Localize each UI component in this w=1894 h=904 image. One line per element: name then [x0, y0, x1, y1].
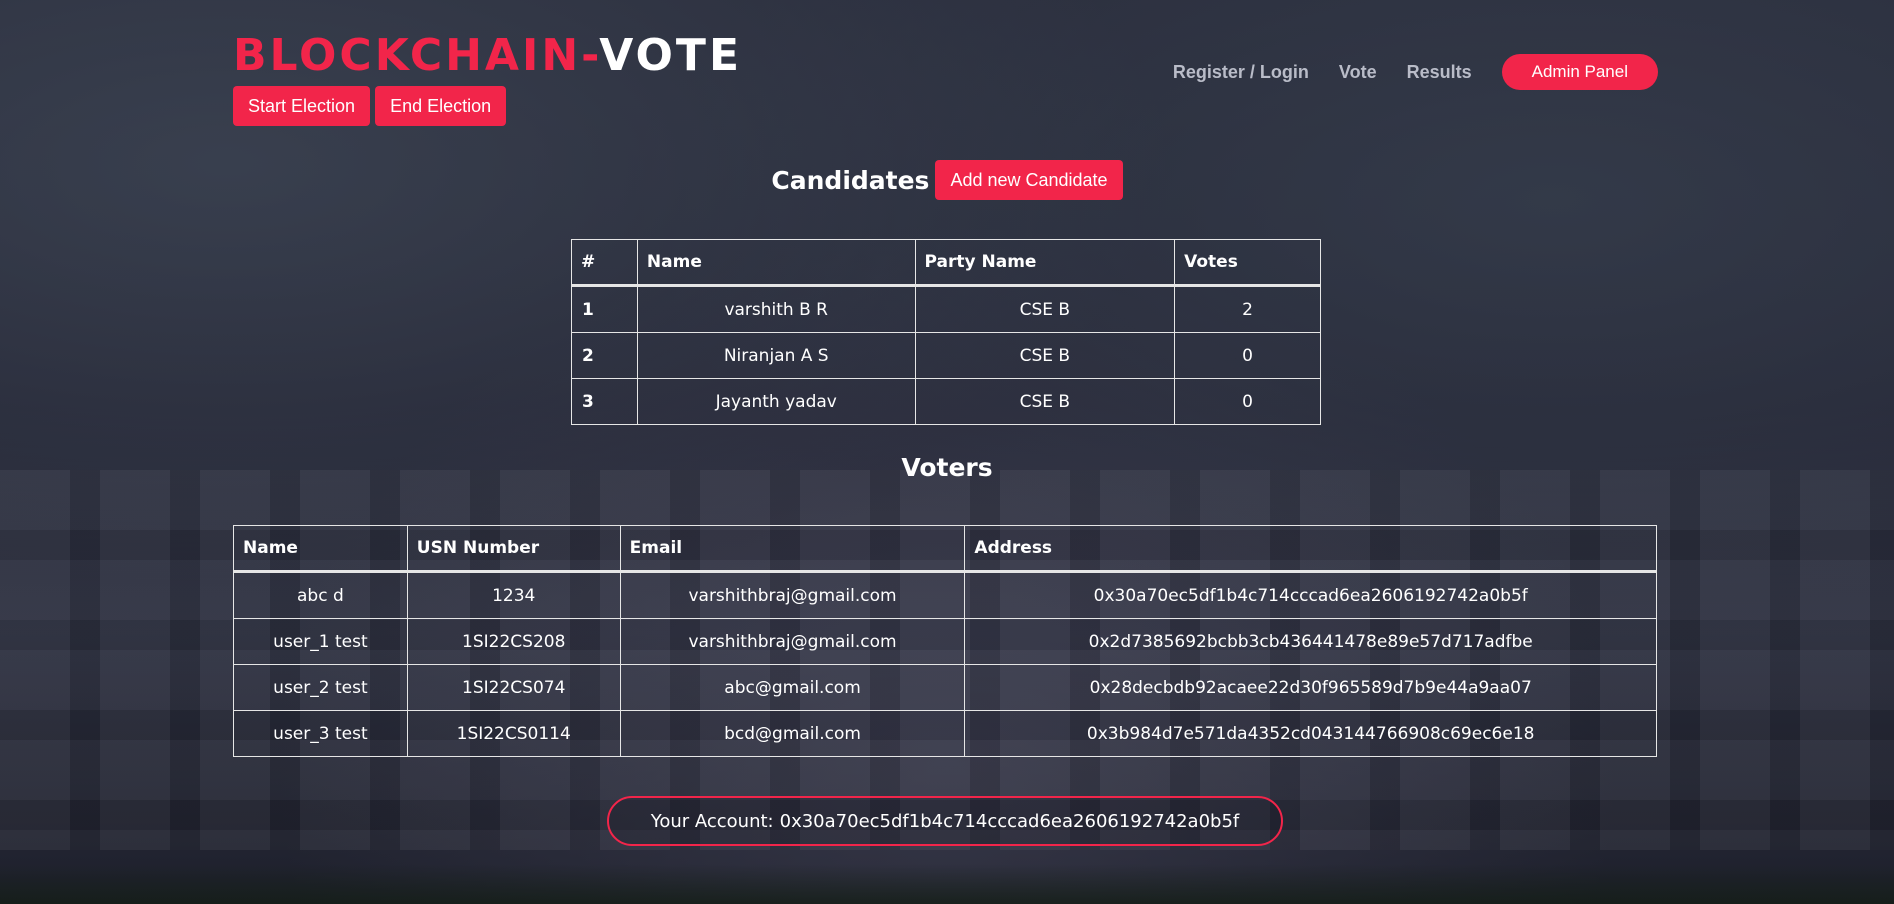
voter-name: user_1 test [233, 618, 408, 665]
candidate-votes: 0 [1174, 332, 1321, 379]
candidate-id: 2 [571, 332, 638, 379]
table-row: user_3 test 1SI22CS0114 bcd@gmail.com 0x… [233, 710, 1657, 757]
voter-usn: 1SI22CS074 [406, 664, 621, 711]
column-header-name: Name [233, 525, 408, 573]
candidate-votes: 0 [1174, 378, 1321, 425]
column-header-votes: Votes [1174, 239, 1321, 287]
voter-email: bcd@gmail.com [619, 710, 966, 757]
voter-email: abc@gmail.com [619, 664, 966, 711]
top-navigation: Register / Login Vote Results Admin Pane… [1173, 54, 1658, 90]
voter-email: varshithbraj@gmail.com [619, 571, 966, 619]
nav-results[interactable]: Results [1407, 62, 1472, 83]
election-controls: Start Election End Election [233, 86, 507, 126]
column-header-number: # [571, 239, 638, 287]
voters-title: Voters [901, 453, 993, 482]
voter-usn: 1SI22CS208 [406, 618, 621, 665]
candidates-header: Candidates Add new Candidate [0, 160, 1894, 200]
table-row: abc d 1234 varshithbraj@gmail.com 0x30a7… [233, 571, 1657, 619]
start-election-button[interactable]: Start Election [233, 86, 371, 126]
background-foliage [0, 864, 1894, 904]
candidates-title: Candidates [771, 165, 930, 195]
voters-header-row: Name USN Number Email Address [233, 525, 1657, 573]
account-address: 0x30a70ec5df1b4c714cccad6ea2606192742a0b… [779, 810, 1240, 832]
table-row: user_1 test 1SI22CS208 varshithbraj@gmai… [233, 618, 1657, 665]
candidate-party: CSE B [914, 285, 1176, 333]
add-candidate-button[interactable]: Add new Candidate [935, 160, 1123, 200]
candidate-id: 1 [571, 285, 638, 333]
account-badge: Your Account: 0x30a70ec5df1b4c714cccad6e… [607, 796, 1283, 846]
brand-accent-text: BLOCKCHAIN- [233, 30, 600, 81]
candidate-name: Niranjan A S [636, 332, 916, 379]
voter-address: 0x2d7385692bcbb3cb436441478e89e57d717adf… [964, 618, 1657, 665]
candidate-name: varshith B R [636, 285, 916, 333]
voters-table: Name USN Number Email Address abc d 1234… [233, 525, 1657, 757]
voter-usn: 1234 [406, 571, 621, 619]
column-header-email: Email [619, 525, 966, 573]
end-election-button[interactable]: End Election [375, 86, 507, 126]
brand-rest-text: VOTE [599, 30, 743, 81]
column-header-party: Party Name [914, 239, 1176, 287]
voter-name: abc d [233, 571, 408, 619]
table-row: 1 varshith B R CSE B 2 [571, 285, 1321, 333]
brand-logo[interactable]: BLOCKCHAIN-VOTE [233, 30, 742, 82]
column-header-name: Name [636, 239, 916, 287]
candidates-header-row: # Name Party Name Votes [571, 239, 1321, 287]
account-label: Your Account: [650, 810, 774, 832]
voters-header: Voters [0, 453, 1894, 482]
voter-usn: 1SI22CS0114 [406, 710, 621, 757]
candidate-id: 3 [571, 378, 638, 425]
voter-name: user_3 test [233, 710, 408, 757]
candidate-party: CSE B [914, 332, 1176, 379]
voter-address: 0x30a70ec5df1b4c714cccad6ea2606192742a0b… [964, 571, 1657, 619]
voter-address: 0x3b984d7e571da4352cd043144766908c69ec6e… [964, 710, 1657, 757]
column-header-usn: USN Number [406, 525, 621, 573]
table-row: 2 Niranjan A S CSE B 0 [571, 332, 1321, 379]
candidate-votes: 2 [1174, 285, 1321, 333]
voter-address: 0x28decbdb92acaee22d30f965589d7b9e44a9aa… [964, 664, 1657, 711]
candidates-table: # Name Party Name Votes 1 varshith B R C… [571, 239, 1321, 425]
table-row: 3 Jayanth yadav CSE B 0 [571, 378, 1321, 425]
column-header-address: Address [964, 525, 1657, 573]
voter-name: user_2 test [233, 664, 408, 711]
voter-email: varshithbraj@gmail.com [619, 618, 966, 665]
nav-vote[interactable]: Vote [1339, 62, 1377, 83]
nav-admin-panel-button[interactable]: Admin Panel [1501, 54, 1658, 90]
table-row: user_2 test 1SI22CS074 abc@gmail.com 0x2… [233, 664, 1657, 711]
candidate-name: Jayanth yadav [636, 378, 916, 425]
nav-register-login[interactable]: Register / Login [1173, 62, 1309, 83]
candidate-party: CSE B [914, 378, 1176, 425]
